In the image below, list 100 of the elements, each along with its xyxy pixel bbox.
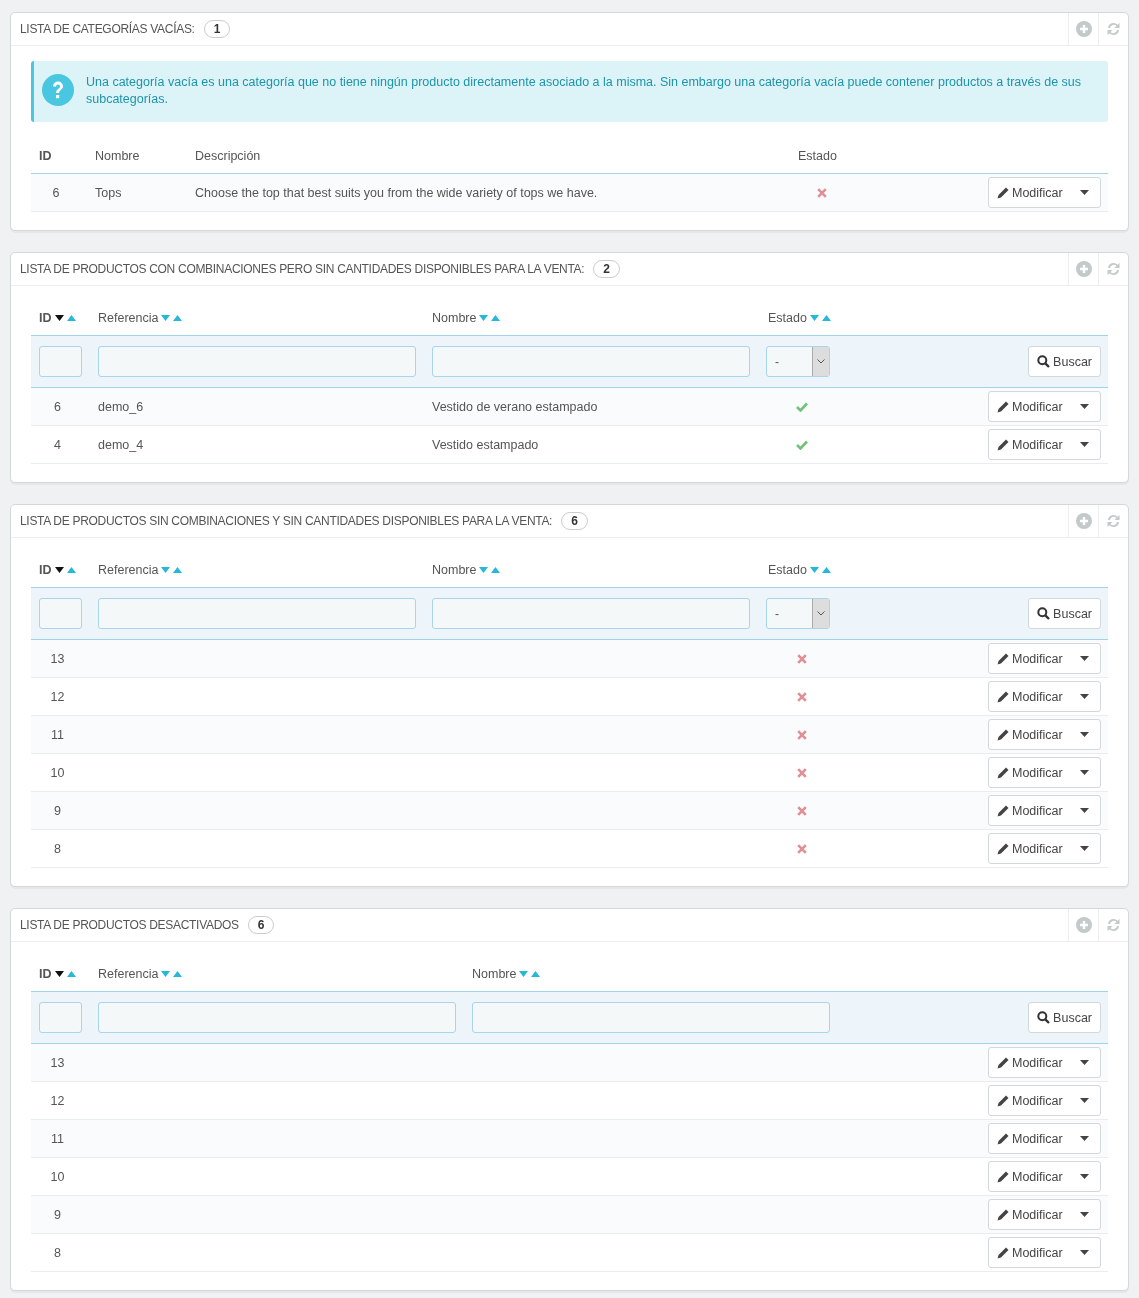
sort-down-icon[interactable] [54,314,64,321]
pencil-icon [997,1132,1009,1145]
filter-field[interactable] [39,1002,82,1033]
sort-up-icon[interactable] [173,314,183,321]
pencil-icon [997,1208,1009,1221]
sort-up-icon[interactable] [821,566,831,573]
caret-icon [1080,808,1089,813]
status-select[interactable]: - [766,346,830,377]
edit-button[interactable]: Modificar [988,391,1101,422]
pencil-icon [997,438,1009,451]
table-cell: Tops [95,185,122,200]
sort-down-icon[interactable] [54,970,64,977]
cross-icon[interactable] [797,805,807,816]
status-select[interactable]: - [766,598,830,629]
search-button[interactable]: Buscar [1028,346,1101,377]
edit-button[interactable]: Modificar [988,719,1101,750]
sort-up-icon[interactable] [491,566,501,573]
pencil-icon [997,804,1009,817]
edit-button[interactable]: Modificar [988,1123,1101,1154]
edit-button[interactable]: Modificar [988,1047,1101,1078]
panel-title: LISTA DE PRODUCTOS CON COMBINACIONES PERO SIN CANTIDADES DISPONIBLES PARA LA VENTA: [20,262,585,276]
pencil-icon [997,728,1009,741]
sort-up-icon[interactable] [173,970,183,977]
check-icon[interactable] [796,401,808,412]
caret-icon [1080,1212,1089,1217]
column-header: Estado [768,562,807,577]
pencil-icon [997,1056,1009,1069]
sort-down-icon[interactable] [54,566,64,573]
filter-field[interactable] [98,1002,456,1033]
filter-field[interactable] [472,1002,830,1033]
column-header: Referencia [98,310,159,325]
pencil-icon [997,1094,1009,1107]
pencil-icon [997,400,1009,413]
refresh-icon [1105,21,1122,37]
edit-button[interactable]: Modificar [988,1199,1101,1230]
caret-icon [1080,1250,1089,1255]
edit-button[interactable]: Modificar [988,1237,1101,1268]
caret-icon [1080,732,1089,737]
cross-icon[interactable] [797,691,807,702]
id-cell: 11 [51,1131,64,1146]
id-cell: 6 [54,399,61,414]
cross-icon[interactable] [797,729,807,740]
pencil-icon [997,652,1009,665]
sort-up-icon[interactable] [821,314,831,321]
search-button[interactable]: Buscar [1028,598,1101,629]
sort-up-icon[interactable] [491,314,501,321]
filter-field[interactable] [39,598,82,629]
edit-button[interactable]: Modificar [988,1161,1101,1192]
pencil-icon [997,690,1009,703]
edit-button[interactable]: Modificar [988,757,1101,788]
filter-field[interactable] [432,598,750,629]
edit-button[interactable]: Modificar [988,681,1101,712]
pencil-icon [997,1170,1009,1183]
search-icon [1037,607,1051,620]
filter-field[interactable] [432,346,750,377]
plus-circle-icon [1075,21,1092,37]
info-text: Una categoría vacía es una categoría que no tiene ningún producto directamente asociado a la misma. Sin embargo una categoría vacía puede contener productos a través de sus subcategorías. [86,74,1083,108]
filter-field[interactable] [98,598,416,629]
id-cell: 13 [50,1055,65,1070]
edit-button[interactable]: Modificar [988,429,1101,460]
sort-up-icon[interactable] [173,566,183,573]
edit-button[interactable]: Modificar [988,177,1101,208]
cross-icon[interactable] [817,187,827,198]
refresh-icon [1105,917,1122,933]
table-cell: Vestido de verano estampado [432,399,598,414]
column-header: Nombre [432,562,477,577]
check-icon[interactable] [796,439,808,450]
panel-title: LISTA DE PRODUCTOS SIN COMBINACIONES Y SIN CANTIDADES DISPONIBLES PARA LA VENTA: [20,514,553,528]
id-cell: 8 [54,841,61,856]
id-cell: 12 [50,1093,65,1108]
column-header: ID [39,310,52,325]
caret-icon [1080,404,1089,409]
chevron-down-icon [817,611,825,616]
cross-icon[interactable] [797,767,807,778]
caret-icon [1080,656,1089,661]
id-cell: 13 [50,651,65,666]
sort-up-icon[interactable] [531,970,541,977]
column-header: Estado [798,148,837,163]
column-header: Estado [768,310,807,325]
plus-circle-icon [1075,513,1092,529]
caret-icon [1080,770,1089,775]
id-cell: 11 [51,727,64,742]
caret-icon [1080,442,1089,447]
edit-button[interactable]: Modificar [988,833,1101,864]
edit-button[interactable]: Modificar [988,643,1101,674]
filter-field[interactable] [39,346,82,377]
edit-button[interactable]: Modificar [988,795,1101,826]
refresh-icon [1105,261,1122,277]
id-cell: 10 [50,765,65,780]
chevron-down-icon [817,359,825,364]
id-cell: 9 [54,1207,61,1222]
id-cell: 4 [54,437,61,452]
cross-icon[interactable] [797,843,807,854]
caret-icon [1080,1098,1089,1103]
search-button[interactable]: Buscar [1028,1002,1101,1033]
cross-icon[interactable] [797,653,807,664]
column-header: Nombre [95,148,140,163]
caret-icon [1080,846,1089,851]
edit-button[interactable]: Modificar [988,1085,1101,1116]
filter-field[interactable] [98,346,416,377]
